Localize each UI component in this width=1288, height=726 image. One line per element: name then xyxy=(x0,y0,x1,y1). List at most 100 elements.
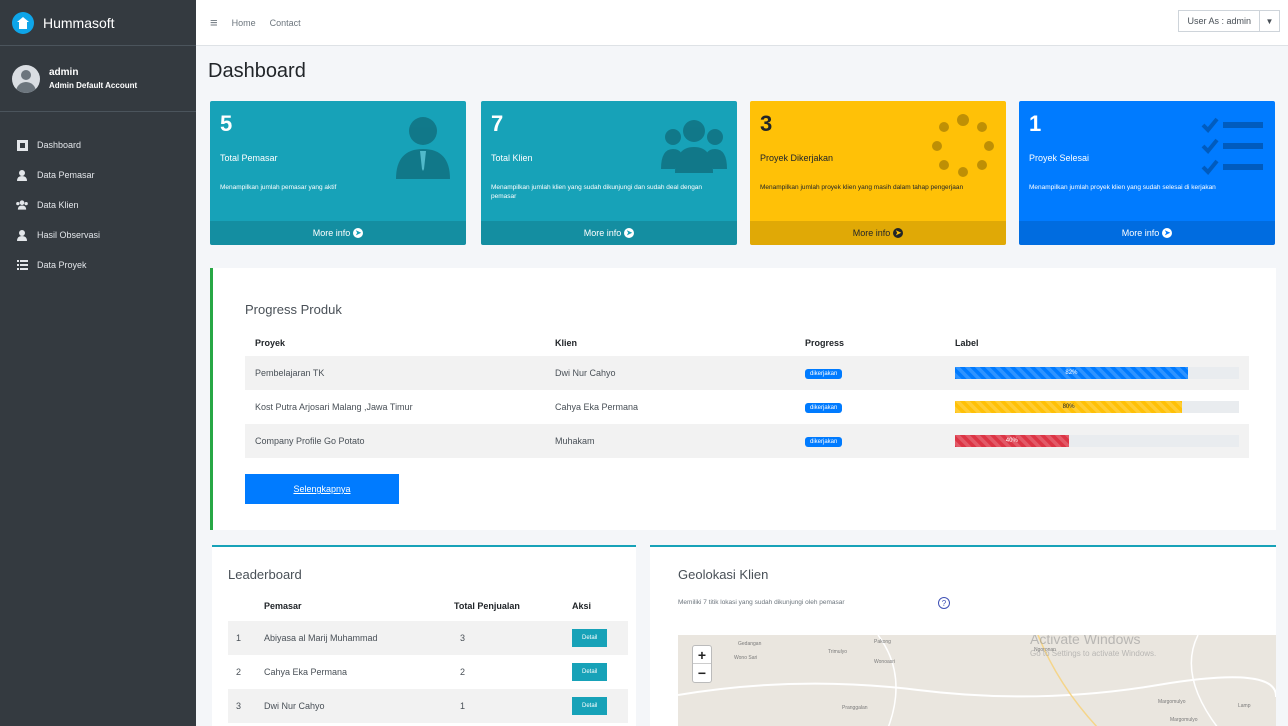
table-row: 3 Dwi Nur Cahyo 1 Detail xyxy=(228,689,628,723)
stat-title: Total Klien xyxy=(491,153,533,163)
user-as-select[interactable]: User As : admin ▼ xyxy=(1178,10,1280,32)
cell-label: 40% xyxy=(945,424,1249,458)
sidebar-item-data-pemasar[interactable]: Data Pemasar xyxy=(0,160,196,190)
nav-link-contact[interactable]: Contact xyxy=(270,18,301,28)
sidebar-item-dashboard[interactable]: Dashboard xyxy=(0,130,196,160)
help-icon[interactable]: ? xyxy=(938,597,950,609)
stat-title: Proyek Selesai xyxy=(1029,153,1090,163)
progress-bar-fill: 80% xyxy=(955,401,1183,413)
more-info-link[interactable]: More info ➤ xyxy=(750,221,1006,245)
more-info-link[interactable]: More info ➤ xyxy=(481,221,737,245)
users-icon xyxy=(16,199,28,211)
progress-bar-fill: 40% xyxy=(955,435,1069,447)
cell-no: 2 xyxy=(236,667,242,677)
geolokasi-title: Geolokasi Klien xyxy=(678,567,769,582)
map-label: Gedangan xyxy=(738,641,762,647)
progress-bar: 82% xyxy=(955,367,1239,379)
cell-action: Detail xyxy=(572,689,628,723)
column-header-no xyxy=(228,591,264,621)
column-header-klien: Klien xyxy=(555,338,578,348)
detail-button[interactable]: Detail xyxy=(572,663,608,681)
menu-toggle-icon[interactable]: ≡ xyxy=(210,15,218,30)
status-badge: dikerjakan xyxy=(805,369,843,379)
user-panel[interactable]: admin Admin Default Account xyxy=(0,46,196,112)
map-label: Pakong xyxy=(874,639,891,645)
selengkapnya-button[interactable]: Selengkapnya xyxy=(245,474,399,504)
cell-name: Cahya Eka Permana xyxy=(264,667,348,677)
top-navbar: ≡ Home Contact User As : admin ▼ xyxy=(196,0,1288,46)
arrow-right-icon: ➤ xyxy=(893,228,904,238)
list-icon xyxy=(16,259,28,271)
status-badge: dikerjakan xyxy=(805,403,843,413)
stat-count: 5 xyxy=(220,111,233,136)
sidebar-item-label: Hasil Observasi xyxy=(37,230,101,240)
sidebar-item-label: Data Proyek xyxy=(37,260,87,270)
map-zoom-control: + − xyxy=(692,645,712,683)
cell-label: 82% xyxy=(945,356,1249,390)
page-title: Dashboard xyxy=(208,60,306,82)
sidebar-item-data-proyek[interactable]: Data Proyek xyxy=(0,250,196,280)
table-row: 1 Abiyasa al Marij Muhammad 3 Detail xyxy=(228,621,628,655)
cell-no: 1 xyxy=(228,621,264,655)
geolokasi-card: Geolokasi Klien Memiliki 7 titik lokasi … xyxy=(650,545,1276,726)
spinner-icon xyxy=(932,114,994,177)
leaderboard-card: Leaderboard Pemasar Total Penjualan Aksi… xyxy=(212,545,636,726)
column-header-proyek: Proyek xyxy=(255,338,286,348)
sidebar-nav: Dashboard Data Pemasar Data Klien Hasil … xyxy=(0,112,196,280)
stat-title: Proyek Dikerjakan xyxy=(760,153,834,163)
cell-total: 2 xyxy=(460,667,466,677)
more-info-label: More info xyxy=(1121,228,1160,238)
users-icon xyxy=(661,120,727,173)
table-row: Pembelajaran TK Dwi Nur Cahyo dikerjakan… xyxy=(245,356,1249,390)
user-name: admin xyxy=(49,67,79,78)
cell-klien: Cahya Eka Permana xyxy=(555,402,639,412)
cell-label: 80% xyxy=(945,390,1249,424)
client-map[interactable]: + − Gedangan Wono Sari Pakong Trimulyo W… xyxy=(678,635,1276,726)
column-header-total-penjualan: Total Penjualan xyxy=(454,601,520,611)
cell-progress: dikerjakan xyxy=(795,390,945,424)
column-header-progress: Progress xyxy=(805,338,845,348)
zoom-in-button[interactable]: + xyxy=(693,646,711,664)
column-header-label: Label xyxy=(955,338,979,348)
sidebar-item-data-klien[interactable]: Data Klien xyxy=(0,190,196,220)
progress-produk-card: Progress Produk Proyek Klien Progress La… xyxy=(210,268,1276,530)
stat-desc: Menampilkan jumlah klien yang sudah diku… xyxy=(491,184,703,200)
stat-count: 3 xyxy=(760,111,773,136)
more-info-link[interactable]: More info ➤ xyxy=(210,221,466,245)
stat-desc: Menampilkan jumlah proyek klien yang sud… xyxy=(1029,184,1216,191)
progress-bar-fill: 82% xyxy=(955,367,1188,379)
table-header-row: Pemasar Total Penjualan Aksi xyxy=(228,591,628,621)
cell-name: Abiyasa al Marij Muhammad xyxy=(264,621,454,655)
stat-box-proyek-selesai: 1 Proyek Selesai Menampilkan jumlah proy… xyxy=(1019,101,1275,245)
map-label: Margomulyo xyxy=(1158,699,1186,705)
sidebar-item-label: Dashboard xyxy=(37,140,82,150)
detail-button[interactable]: Detail xyxy=(572,697,608,715)
user-tie-icon xyxy=(396,117,450,179)
chevron-down-icon[interactable]: ▼ xyxy=(1260,10,1280,32)
user-icon xyxy=(16,169,28,181)
progress-bar: 80% xyxy=(955,401,1239,413)
brand[interactable]: Hummasoft xyxy=(0,0,196,46)
windows-watermark-sub: Go to Settings to activate Windows. xyxy=(1030,649,1157,658)
zoom-out-button[interactable]: − xyxy=(693,664,711,682)
sidebar-item-hasil-observasi[interactable]: Hasil Observasi xyxy=(0,220,196,250)
sidebar-item-label: Data Klien xyxy=(37,200,79,210)
map-roads xyxy=(678,635,1276,726)
stat-desc: Menampilkan jumlah pemasar yang aktif xyxy=(220,184,337,191)
cell-name: Dwi Nur Cahyo xyxy=(264,689,454,723)
cell-proyek: Kost Putra Arjosari Malang ,Jawa Timur xyxy=(255,402,413,412)
map-label: Trimulyo xyxy=(828,649,847,655)
nav-link-home[interactable]: Home xyxy=(232,18,256,28)
detail-button[interactable]: Detail xyxy=(572,629,608,647)
column-header-aksi: Aksi xyxy=(572,601,592,611)
progress-bar: 40% xyxy=(955,435,1239,447)
more-info-link[interactable]: More info ➤ xyxy=(1019,221,1275,245)
progress-table: Proyek Klien Progress Label Pembelajaran… xyxy=(245,330,1249,458)
cell-total: 1 xyxy=(454,689,572,723)
cell-total: 3 xyxy=(454,621,572,655)
stat-box-total-pemasar: 5 Total Pemasar Menampilkan jumlah pemas… xyxy=(210,101,466,245)
leaderboard-title: Leaderboard xyxy=(228,567,302,582)
windows-watermark: Activate Windows xyxy=(1030,635,1141,647)
stat-box-proyek-dikerjakan: 3 Proyek Dikerjakan Menampilkan jumlah p… xyxy=(750,101,1006,245)
avatar xyxy=(12,64,40,93)
